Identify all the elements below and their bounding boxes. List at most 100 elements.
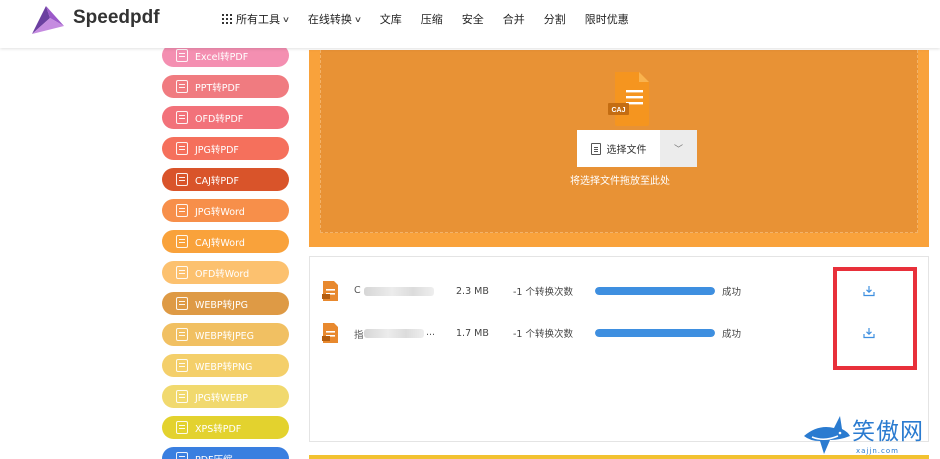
image-file-icon (176, 204, 188, 217)
sidebar-tool-12[interactable]: XPS转PDF (162, 416, 289, 439)
image-file-icon (176, 80, 188, 93)
logo-text[interactable]: Speedpdf (73, 7, 160, 29)
conversion-count: -1 个转换次数 (513, 287, 573, 298)
nav-label: 压缩 (420, 13, 443, 26)
main-nav: 所有工具 ∨ 在线转换 ∨ 文库 压缩 安全 合并 分割 限时优惠 (222, 0, 648, 38)
sidebar-tool-13[interactable]: PDF压缩 (162, 447, 289, 459)
image-file-icon (176, 173, 188, 186)
nav-all-tools[interactable]: 所有工具 ∨ (222, 11, 291, 27)
nav-label: 文库 (379, 13, 402, 26)
file-name-visible: 指 (354, 330, 364, 339)
image-file-icon (176, 142, 188, 155)
image-file-icon (176, 328, 188, 341)
sidebar-tool-label: Excel转PDF (195, 51, 249, 63)
sidebar-tool-label: CAJ转Word (195, 237, 245, 249)
nav-library[interactable]: 文库 (380, 11, 402, 27)
file-size: 1.7 MB (456, 327, 489, 339)
sidebar-tool-8[interactable]: WEBP转JPG (162, 292, 289, 315)
nav-compress[interactable]: 压缩 (421, 11, 443, 27)
sidebar-tool-label: PDF压缩 (195, 452, 233, 459)
nav-online-convert[interactable]: 在线转换 ∨ (307, 11, 362, 27)
download-highlight-box (833, 267, 917, 370)
drop-zone[interactable]: CAJ 选择文件 ﹀ 将选择文件拖放至此处 (320, 50, 918, 233)
nav-label: 合并 (502, 13, 525, 26)
sidebar-tool-9[interactable]: WEBP转JPEG (162, 323, 289, 346)
caj-file-icon: CAJ (608, 72, 649, 126)
file-name: C... (354, 285, 436, 297)
sidebar-tool-label: WEBP转PNG (195, 361, 253, 373)
sidebar-tool-1[interactable]: PPT转PDF (162, 75, 289, 98)
file-status: 成功 (722, 329, 742, 340)
file-name-visible: C (354, 285, 361, 296)
apps-grid-icon (222, 14, 232, 24)
chevron-down-icon: ∨ (281, 14, 291, 24)
file-icon (322, 281, 338, 301)
sidebar-tool-11[interactable]: JPG转WEBP (162, 385, 289, 408)
nav-label: 安全 (461, 13, 484, 26)
select-file-main[interactable]: 选择文件 (577, 130, 660, 167)
sidebar-tool-label: XPS转PDF (195, 423, 242, 435)
upload-area: CAJ 选择文件 ﹀ 将选择文件拖放至此处 (309, 50, 929, 247)
select-file-label: 选择文件 (606, 145, 647, 156)
image-file-icon (176, 266, 188, 279)
image-file-icon (176, 235, 188, 248)
conversion-count: -1 个转换次数 (513, 329, 573, 340)
tool-sidebar: Excel转PDF PPT转PDF OFD转PDF JPG转PDF CAJ转PDF JPG… (162, 44, 289, 459)
image-file-icon (176, 359, 188, 372)
speedpdf-logo-icon[interactable] (30, 4, 66, 36)
select-file-button[interactable]: 选择文件 ﹀ (577, 130, 697, 167)
nav-label: 限时优惠 (584, 13, 629, 26)
nav-limited-offer[interactable]: 限时优惠 (585, 11, 629, 27)
nav-label: 所有工具 (236, 13, 280, 26)
sidebar-tool-label: JPG转PDF (195, 144, 239, 156)
watermark-subtext: xajjn.com (856, 447, 899, 455)
sidebar-tool-label: JPG转WEBP (195, 392, 249, 404)
sidebar-tool-7[interactable]: OFD转Word (162, 261, 289, 284)
sidebar-tool-label: WEBP转JPG (195, 299, 249, 311)
redacted-name-blur (364, 287, 434, 296)
sidebar-tool-6[interactable]: CAJ转Word (162, 230, 289, 253)
sidebar-tool-label: CAJ转PDF (195, 175, 239, 187)
top-header: Speedpdf 所有工具 ∨ 在线转换 ∨ 文库 压缩 安全 合并 分割 限时… (0, 0, 940, 48)
file-size: 2.3 MB (456, 285, 489, 297)
image-file-icon (176, 452, 188, 459)
nav-label: 在线转换 (307, 13, 352, 26)
chevron-down-icon: ﹀ (673, 145, 683, 155)
image-file-icon (176, 390, 188, 403)
document-icon (590, 142, 601, 155)
sidebar-tool-5[interactable]: JPG转Word (162, 199, 289, 222)
nav-label: 分割 (543, 13, 566, 26)
progress-fill (595, 287, 715, 295)
sidebar-tool-label: PPT转PDF (195, 82, 241, 94)
image-file-icon (176, 111, 188, 124)
progress-bar (595, 329, 715, 337)
file-icon (322, 323, 338, 343)
image-file-icon (176, 421, 188, 434)
sidebar-tool-10[interactable]: WEBP转PNG (162, 354, 289, 377)
sidebar-tool-label: OFD转PDF (195, 113, 244, 125)
chevron-down-icon: ∨ (353, 14, 362, 24)
file-name-tail: ... (426, 327, 436, 338)
sidebar-tool-4[interactable]: CAJ转PDF (162, 168, 289, 191)
sidebar-tool-3[interactable]: JPG转PDF (162, 137, 289, 160)
sidebar-tool-label: WEBP转JPEG (195, 330, 255, 342)
watermark: 笑傲网 xajjn.com (800, 410, 940, 459)
select-source-dropdown[interactable]: ﹀ (660, 130, 697, 167)
nav-merge[interactable]: 合并 (503, 11, 525, 27)
shark-logo-icon (804, 416, 850, 454)
progress-fill (595, 329, 715, 337)
progress-bar (595, 287, 715, 295)
sidebar-tool-label: OFD转Word (195, 268, 250, 280)
image-file-icon (176, 49, 188, 62)
drop-hint: 将选择文件拖放至此处 (570, 176, 670, 187)
sidebar-tool-label: JPG转Word (195, 206, 245, 218)
nav-split[interactable]: 分割 (544, 11, 566, 27)
nav-security[interactable]: 安全 (462, 11, 484, 27)
redacted-name-blur (364, 329, 424, 338)
image-file-icon (176, 297, 188, 310)
caj-icon-label: CAJ (611, 107, 625, 114)
watermark-text: 笑傲网 (852, 419, 924, 445)
file-name: 指... (354, 327, 436, 339)
sidebar-tool-2[interactable]: OFD转PDF (162, 106, 289, 129)
file-status: 成功 (722, 287, 742, 298)
